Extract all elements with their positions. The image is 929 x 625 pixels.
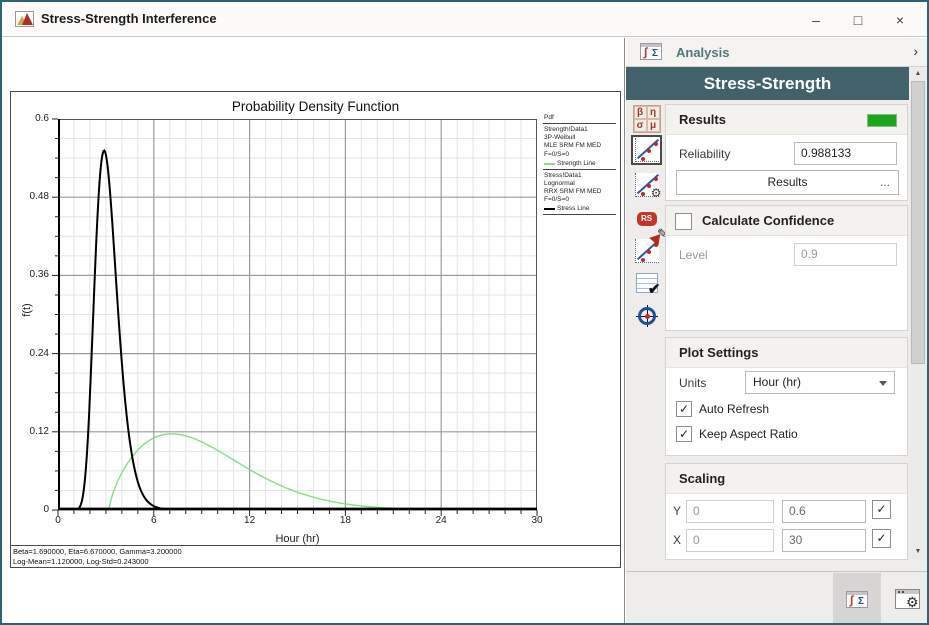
legend-group-stress: Stress!Data1 Lognormal RRX SRM FM MED F=…	[543, 172, 616, 214]
scaling-header: Scaling	[666, 464, 907, 494]
scrollbar-thumb[interactable]	[911, 81, 925, 364]
legend-title: Pdf	[543, 114, 616, 122]
titlebar: Stress-Strength Interference – □ ×	[2, 2, 927, 37]
analysis-tab-label: Analysis	[676, 45, 729, 60]
window-title: Stress-Strength Interference	[41, 11, 217, 26]
analysis-tab-button[interactable]: ∫Σ	[833, 573, 881, 625]
confidence-section-header: Calculate Confidence	[666, 206, 907, 236]
plot-annotate-icon[interactable]	[631, 236, 662, 266]
scroll-up-arrow-icon[interactable]: ▲	[910, 67, 926, 81]
results-ellipsis: ...	[880, 171, 890, 194]
target-icon[interactable]	[631, 301, 662, 331]
close-button[interactable]: ×	[879, 12, 921, 28]
scaling-y-min-field: 0	[686, 500, 774, 523]
units-dropdown[interactable]: Hour (hr)	[745, 371, 895, 394]
stress-strength-header: Stress-Strength	[626, 67, 909, 100]
app-chart-icon	[15, 11, 34, 27]
worksheet-check-icon[interactable]: ✔	[631, 268, 662, 298]
probability-plot-icon[interactable]	[631, 135, 662, 165]
strength-line-swatch	[544, 163, 555, 165]
plot-title: Probability Density Function	[11, 99, 620, 114]
legend-group-strength: Strength!Data1 3P-Weibull MLE SRM FM MED…	[543, 126, 616, 168]
keep-aspect-ratio-checkbox[interactable]: ✓	[676, 426, 692, 442]
level-label: Level	[679, 248, 708, 262]
scaling-x-label: X	[673, 533, 681, 547]
scaling-y-max-field[interactable]: 0.6	[782, 500, 866, 523]
plot-canvas[interactable]	[58, 119, 537, 510]
plot-setup-icon[interactable]: ⚙	[631, 170, 662, 200]
scaling-x-min-field: 0	[686, 529, 774, 552]
scaling-section: Scaling Y 0 0.6 ✓ X 0 30 ✓	[665, 463, 908, 560]
results-section: Results Reliability 0.988133 Results ...	[665, 104, 908, 201]
status-badge	[867, 114, 897, 127]
analysis-panel: ∫Σ Analysis › Stress-Strength βησμ ⚙ RS✎…	[626, 38, 929, 625]
analysis-fx-icon: ∫Σ	[640, 43, 662, 60]
calculate-confidence-checkbox[interactable]	[675, 213, 692, 230]
window-gear-icon: ⚙	[895, 589, 920, 609]
scroll-down-arrow-icon[interactable]: ▼	[910, 545, 926, 559]
collapse-panel-chevron-icon[interactable]: ›	[913, 43, 918, 59]
x-axis-label: Hour (hr)	[58, 533, 537, 545]
scaling-y-label: Y	[673, 504, 681, 518]
rs-draw-icon[interactable]: RS✎	[631, 204, 662, 234]
analysis-tab-strip: ∫Σ Analysis ›	[626, 38, 929, 67]
plot-settings-section: Plot Settings Units Hour (hr) ✓ Auto Ref…	[665, 337, 908, 456]
auto-refresh-checkbox[interactable]: ✓	[676, 401, 692, 417]
maximize-button[interactable]: □	[837, 12, 879, 28]
reliability-value-field[interactable]: 0.988133	[794, 142, 897, 165]
results-button[interactable]: Results ...	[676, 170, 899, 195]
distribution-parameters-icon[interactable]: βησμ	[631, 104, 662, 134]
plot-frame: Probability Density Function f(t) 00.120…	[10, 91, 621, 568]
x-axis-ticks: 0612182430	[58, 515, 537, 527]
panel-scrollbar[interactable]: ▲ ▼	[910, 67, 926, 559]
confidence-section: Calculate Confidence Level 0.9	[665, 205, 908, 331]
auto-refresh-label: Auto Refresh	[699, 402, 769, 416]
scaling-y-auto-checkbox[interactable]: ✓	[872, 500, 891, 519]
app-window: Stress-Strength Interference – □ × Proba…	[0, 0, 929, 625]
level-field: 0.9	[794, 243, 897, 266]
dropdown-arrow-icon	[879, 381, 887, 386]
results-section-header: Results	[666, 105, 907, 135]
keep-aspect-ratio-label: Keep Aspect Ratio	[699, 427, 798, 441]
units-label: Units	[679, 376, 706, 390]
plot-panel: Probability Density Function f(t) 00.120…	[2, 38, 625, 625]
analysis-fx-icon: ∫Σ	[846, 591, 868, 608]
scaling-x-auto-checkbox[interactable]: ✓	[872, 529, 891, 548]
application-setup-tab-button[interactable]: ⚙	[883, 573, 929, 625]
stress-line-swatch	[544, 208, 555, 210]
reliability-label: Reliability	[679, 147, 730, 161]
y-axis-ticks: 00.120.240.360.480.6	[11, 119, 51, 510]
panel-bottom-tab-strip: ∫Σ ⚙	[626, 571, 929, 625]
minimize-button[interactable]: –	[795, 12, 837, 28]
plot-legend: Pdf Strength!Data1 3P-Weibull MLE SRM FM…	[543, 114, 616, 217]
plot-settings-header: Plot Settings	[666, 338, 907, 368]
plot-parameter-footer: Beta=1.690000, Eta=6.670000, Gamma=3.200…	[11, 545, 620, 567]
scaling-x-max-field[interactable]: 30	[782, 529, 866, 552]
